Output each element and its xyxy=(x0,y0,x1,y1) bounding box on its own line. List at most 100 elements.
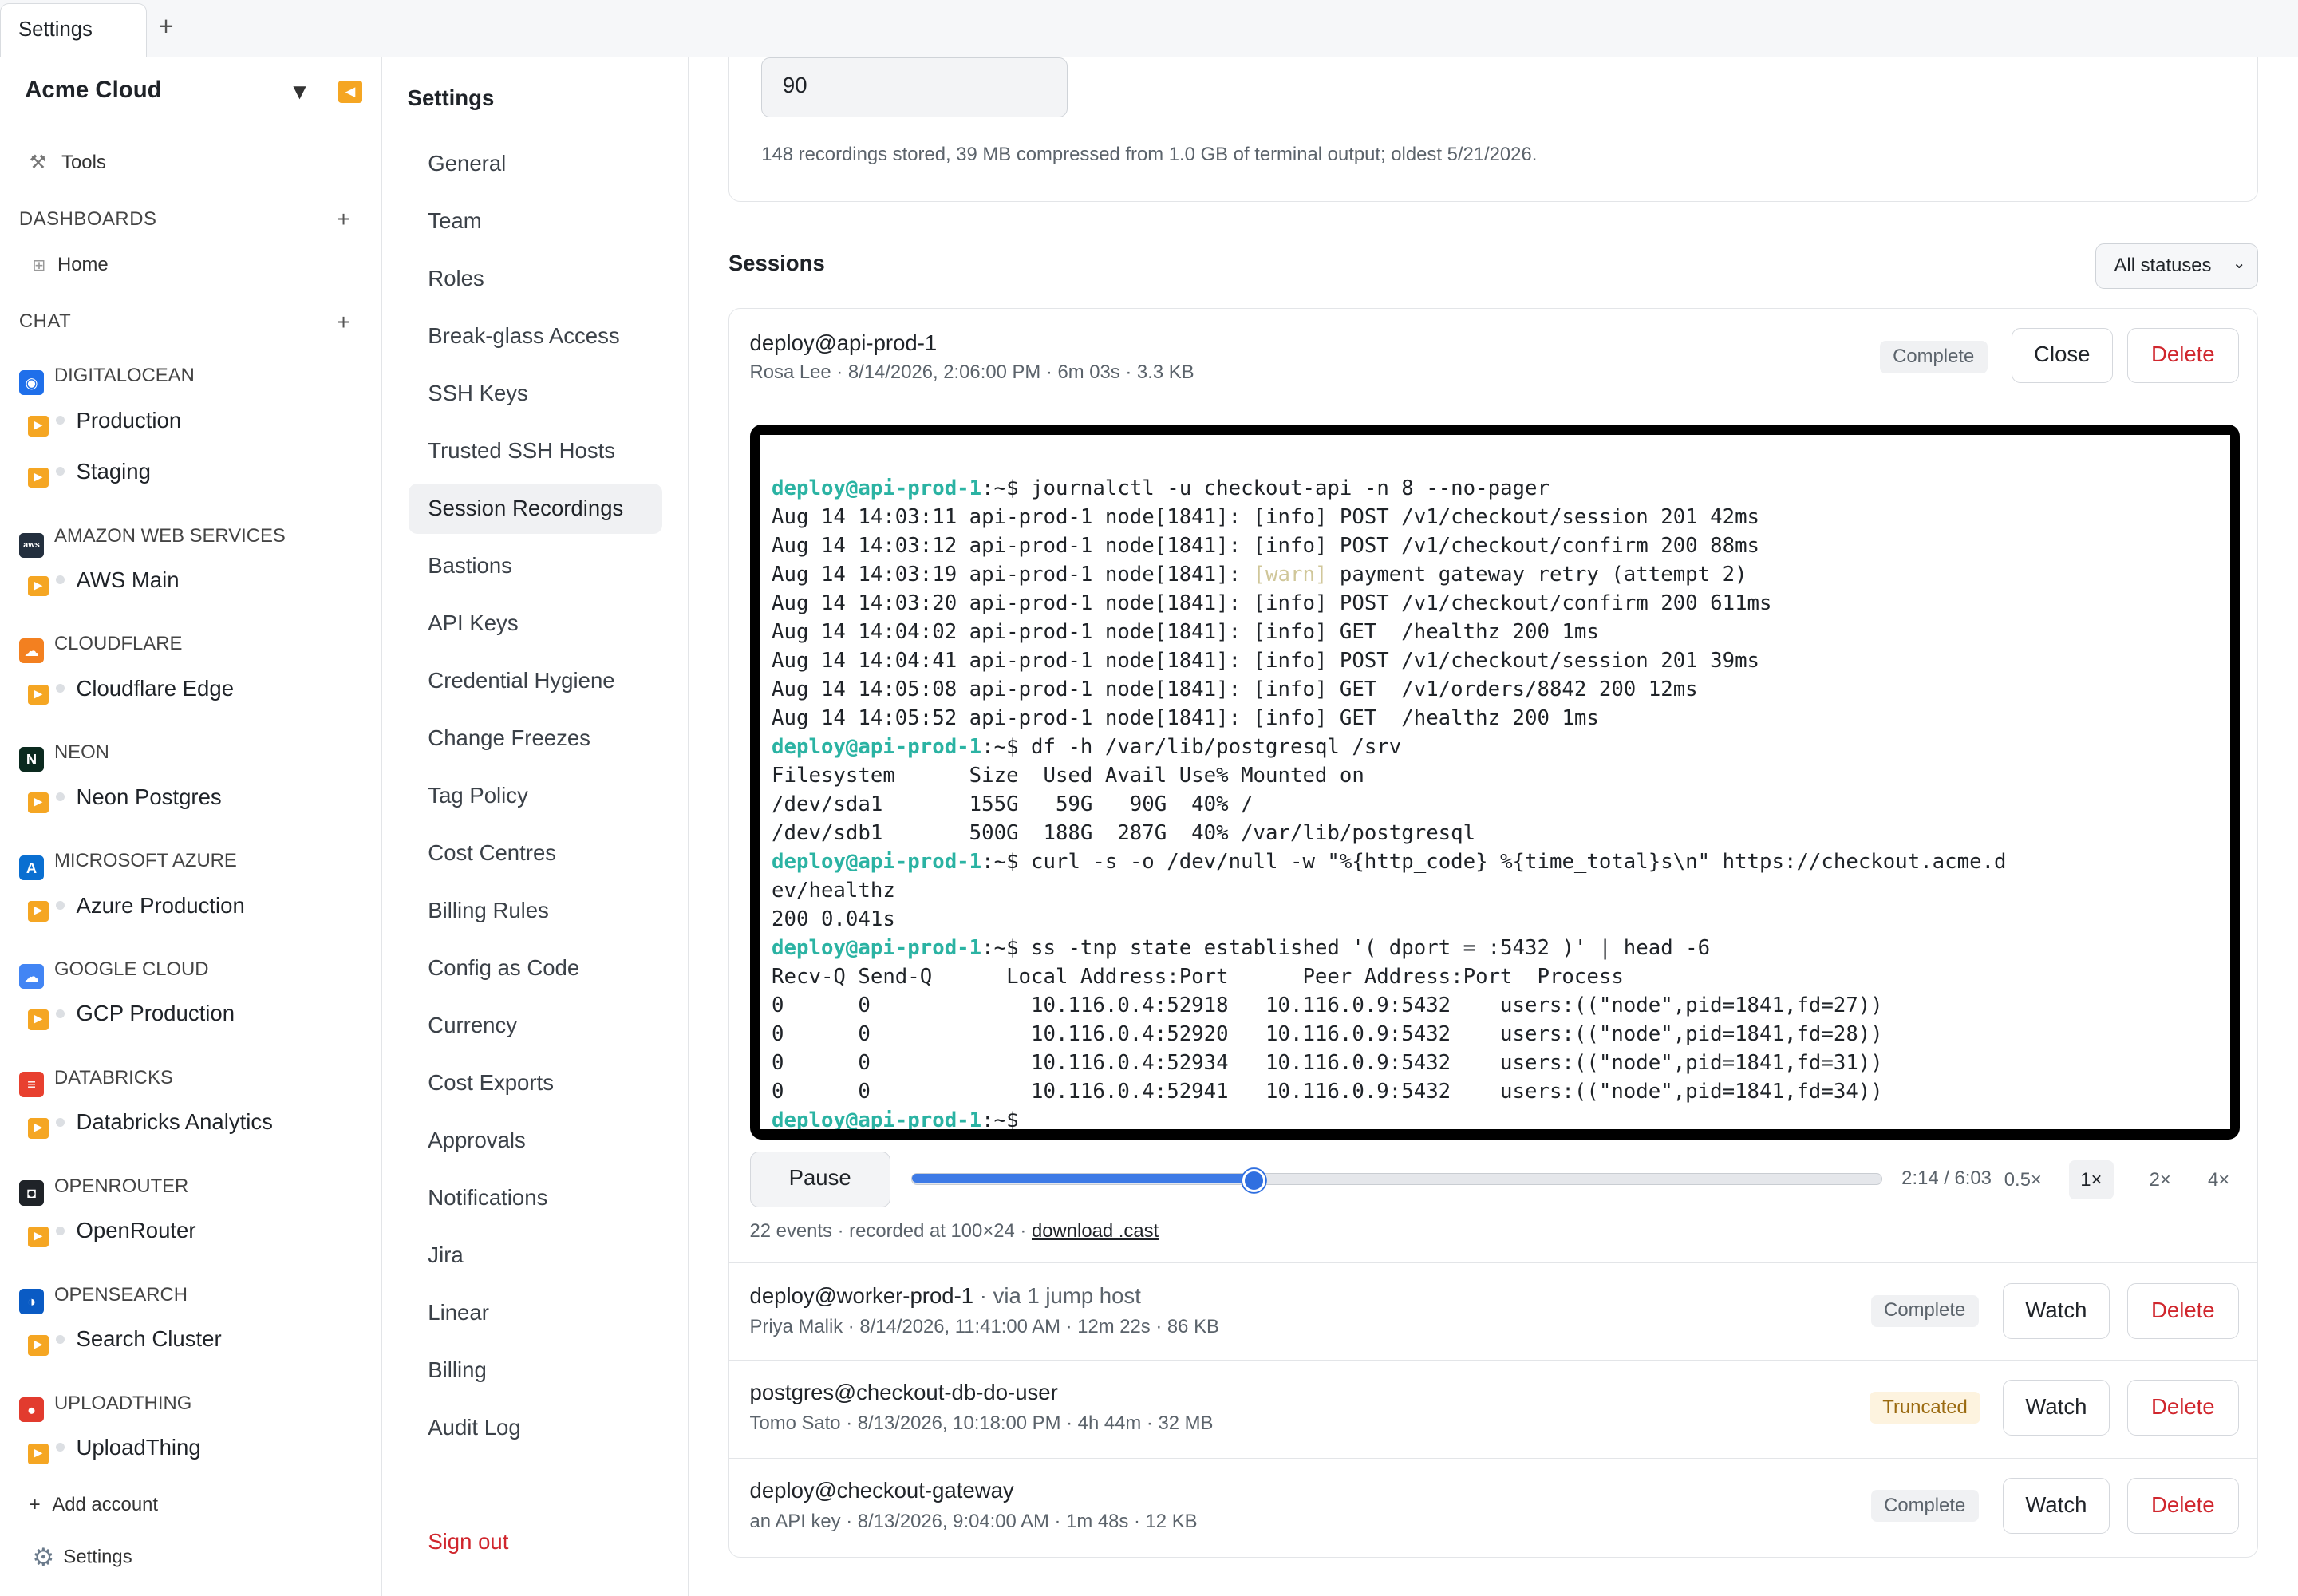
terminal-text: Aug 14 14:03:20 api-prod-1 node[1841]: [… xyxy=(772,591,1772,616)
terminal-line: Aug 14 14:04:02 api-prod-1 node[1841]: [… xyxy=(772,618,2230,646)
sidebar-item-account[interactable]: ▶ Azure Production xyxy=(27,892,245,922)
add-dashboard-button[interactable]: + xyxy=(337,207,349,232)
delete-button[interactable]: Delete xyxy=(2127,1478,2239,1535)
collapse-sidebar-icon[interactable]: ◀ xyxy=(338,81,362,103)
pause-button[interactable]: Pause xyxy=(749,1151,890,1207)
sidebar-item-account[interactable]: ▶ Production xyxy=(27,408,181,437)
playback-progress-fill xyxy=(911,1174,1254,1183)
settings-nav-item-change-freezes[interactable]: Change Freezes xyxy=(409,713,662,763)
terminal-prompt: deploy@api-prod-1 xyxy=(772,735,982,760)
sidebar-item-account[interactable]: ▶ AWS Main xyxy=(27,567,180,597)
terminal-prompt: deploy@api-prod-1 xyxy=(772,935,982,960)
tools-label: Tools xyxy=(61,152,106,174)
sidebar-item-account[interactable]: ▶ UploadThing xyxy=(27,1435,201,1464)
settings-nav-item-trusted-ssh-hosts[interactable]: Trusted SSH Hosts xyxy=(409,426,662,476)
settings-nav-item-break-glass-access[interactable]: Break-glass Access xyxy=(409,311,662,361)
terminal-text: Aug 14 14:03:19 api-prod-1 node[1841]: xyxy=(772,563,1254,587)
delete-button[interactable]: Delete xyxy=(2127,327,2239,384)
sidebar-item-settings[interactable]: ⚙ Settings xyxy=(32,1543,132,1572)
sidebar-item-account[interactable]: ▶ GCP Production xyxy=(27,1001,235,1030)
provider-label: DATABRICKS xyxy=(53,1067,173,1089)
terminal-line: deploy@api-prod-1:~$ df -h /var/lib/post… xyxy=(772,733,2230,761)
status-dot xyxy=(55,1226,65,1235)
settings-nav-item-roles[interactable]: Roles xyxy=(409,254,662,303)
settings-nav-item-cost-centres[interactable]: Cost Centres xyxy=(409,828,662,878)
speed-option[interactable]: 2× xyxy=(2138,1160,2183,1200)
terminal-text: Recv-Q Send-Q Local Address:Port Peer Ad… xyxy=(772,964,1624,989)
sidebar-item-account[interactable]: ▶ Staging xyxy=(27,459,151,488)
speed-option[interactable]: 4× xyxy=(2196,1160,2241,1200)
settings-nav-item-tag-policy[interactable]: Tag Policy xyxy=(409,771,662,820)
status-dot xyxy=(55,575,65,585)
watch-button[interactable]: Watch xyxy=(2002,1478,2110,1535)
sidebar-item-account[interactable]: ▶ Neon Postgres xyxy=(27,784,222,814)
terminal-text: 0 0 10.116.0.4:52941 10.116.0.9:5432 use… xyxy=(772,1079,1883,1104)
terminal-prompt-suffix: :~$ xyxy=(981,935,1032,960)
chevron-down-icon: ⌄ xyxy=(2232,254,2246,272)
provider-microsoft-azure: A MICROSOFT AZURE xyxy=(18,850,237,880)
sidebar-item-account[interactable]: ▶ OpenRouter xyxy=(27,1218,196,1247)
org-name[interactable]: Acme Cloud xyxy=(25,77,161,104)
sidebar-item-account[interactable]: ▶ Cloudflare Edge xyxy=(27,676,234,705)
tab-bar: Settings + xyxy=(0,0,2298,57)
terminal-line: Aug 14 14:03:19 api-prod-1 node[1841]: [… xyxy=(772,560,2230,589)
settings-nav-item-billing-rules[interactable]: Billing Rules xyxy=(409,886,662,935)
terminal-line: Aug 14 14:05:08 api-prod-1 node[1841]: [… xyxy=(772,675,2230,704)
speed-option[interactable]: 1× xyxy=(2068,1159,2114,1200)
retention-days-input[interactable]: 90 xyxy=(761,57,1068,117)
settings-nav-item-billing[interactable]: Billing xyxy=(409,1345,662,1395)
org-dropdown-caret-icon[interactable]: ▼ xyxy=(289,79,310,105)
scrubber-handle[interactable] xyxy=(1242,1168,1266,1193)
provider-label: MICROSOFT AZURE xyxy=(53,850,237,872)
settings-nav-item-session-recordings[interactable]: Session Recordings xyxy=(409,484,663,534)
sign-out-button[interactable]: Sign out xyxy=(428,1529,508,1555)
status-filter-select[interactable]: All statuses ⌄ xyxy=(2095,243,2259,289)
playback-scrubber[interactable] xyxy=(910,1173,1883,1186)
account-label: UploadThing xyxy=(76,1435,201,1460)
settings-nav-item-team[interactable]: Team xyxy=(409,196,662,246)
sidebar-item-tools[interactable]: ⚒ Tools xyxy=(30,151,106,174)
terminal-prompt-suffix: :~$ xyxy=(981,735,1032,760)
add-chat-button[interactable]: + xyxy=(337,310,349,335)
settings-nav-item-bastions[interactable]: Bastions xyxy=(409,541,662,591)
sidebar-item-account[interactable]: ▶ Search Cluster xyxy=(27,1326,222,1356)
settings-nav: Settings General Team Roles Break-glass Acc… xyxy=(382,57,689,1596)
settings-nav-item-linear[interactable]: Linear xyxy=(409,1288,662,1337)
account-label: Azure Production xyxy=(76,892,245,918)
sidebar-item-account[interactable]: ▶ Databricks Analytics xyxy=(27,1109,273,1139)
watch-button[interactable]: Watch xyxy=(2002,1380,2110,1436)
delete-button[interactable]: Delete xyxy=(2127,1380,2239,1436)
settings-nav-item-currency[interactable]: Currency xyxy=(409,1001,662,1050)
sidebar-item-home[interactable]: ⊞ Home xyxy=(32,254,108,276)
terminal-text: Aug 14 14:03:11 api-prod-1 node[1841]: [… xyxy=(772,505,1760,530)
terminal-line: Aug 14 14:03:12 api-prod-1 node[1841]: [… xyxy=(772,531,2230,560)
settings-nav-item-notifications[interactable]: Notifications xyxy=(409,1173,662,1223)
settings-nav-item-ssh-keys[interactable]: SSH Keys xyxy=(409,369,662,418)
terminal-prompt-suffix: :~$ xyxy=(981,1108,1019,1130)
terminal-player[interactable]: deploy@api-prod-1:~$ journalctl -u check… xyxy=(749,424,2241,1140)
terminal-line: Aug 14 14:03:11 api-prod-1 node[1841]: [… xyxy=(772,503,2230,531)
download-cast-link[interactable]: download .cast xyxy=(1032,1220,1159,1242)
add-account-button[interactable]: + Add account xyxy=(30,1494,158,1516)
watch-button[interactable]: Watch xyxy=(2002,1283,2110,1339)
terminal-text: 0 0 10.116.0.4:52920 10.116.0.9:5432 use… xyxy=(772,1021,1883,1046)
settings-nav-item-general[interactable]: General xyxy=(409,139,662,188)
tab-settings[interactable]: Settings xyxy=(0,2,147,57)
settings-nav-item-jira[interactable]: Jira xyxy=(409,1231,662,1280)
settings-nav-item-audit-log[interactable]: Audit Log xyxy=(409,1403,662,1452)
speed-option[interactable]: 0.5× xyxy=(1992,1160,2053,1200)
settings-label: Settings xyxy=(63,1546,132,1568)
delete-button[interactable]: Delete xyxy=(2127,1283,2239,1339)
close-button[interactable]: Close xyxy=(2011,327,2113,384)
sessions-list: deploy@api-prod-1 Rosa Lee · 8/14/2026, … xyxy=(728,307,2259,1558)
new-tab-button[interactable]: + xyxy=(158,12,173,42)
settings-nav-item-config-as-code[interactable]: Config as Code xyxy=(409,943,662,993)
settings-nav-item-cost-exports[interactable]: Cost Exports xyxy=(409,1058,662,1108)
settings-nav-item-approvals[interactable]: Approvals xyxy=(409,1116,662,1165)
settings-nav-item-credential-hygiene[interactable]: Credential Hygiene xyxy=(409,656,662,705)
terminal-text: df -h /var/lib/postgresql /srv xyxy=(1031,735,1402,760)
microsoft-azure-icon: A xyxy=(18,855,45,880)
status-dot xyxy=(55,1009,65,1018)
terminal-line: Recv-Q Send-Q Local Address:Port Peer Ad… xyxy=(772,962,2230,991)
settings-nav-item-api-keys[interactable]: API Keys xyxy=(409,598,662,648)
